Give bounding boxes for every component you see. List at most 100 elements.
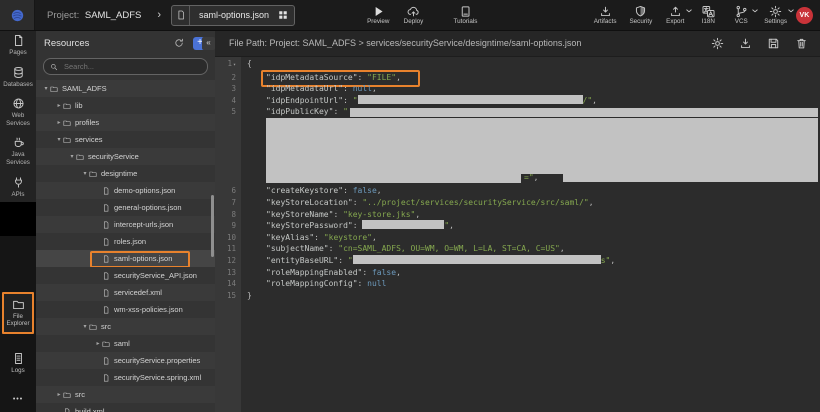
- topbar-vcs-button[interactable]: VCS: [731, 5, 751, 25]
- activity-bar-top: Pages Databases Web Services Java Services A…: [0, 30, 36, 202]
- tree-item-build.xml[interactable]: build.xml: [36, 403, 215, 412]
- tree-item-designtime[interactable]: ▾designtime: [36, 165, 215, 182]
- fold-caret-icon[interactable]: ▾: [233, 62, 236, 68]
- overflow-menu-button[interactable]: •••: [0, 396, 36, 403]
- topbar-security-button[interactable]: Security: [629, 5, 652, 25]
- tree-item-demo-options.json[interactable]: demo-options.json: [36, 182, 215, 199]
- tree-item-saml[interactable]: ▸saml: [36, 335, 215, 352]
- code-editor[interactable]: 1▾{2"idpMetadataSource": "FILE",3"idpMet…: [215, 57, 820, 412]
- folder-icon: [76, 153, 84, 161]
- project-name: SAML_ADFS: [85, 10, 142, 21]
- resources-title: Resources: [44, 38, 174, 49]
- tree-item-services[interactable]: ▾services: [36, 131, 215, 148]
- artifacts-icon: [599, 5, 612, 18]
- topbar-preview-button[interactable]: Preview: [367, 5, 389, 25]
- code-line-11: 11"subjectName": "cn=SAML_ADFS, OU=WM, O…: [215, 243, 820, 255]
- activity-item-logs[interactable]: Logs: [2, 348, 34, 378]
- chevron-expanded-icon[interactable]: ▾: [81, 323, 89, 330]
- vcs-icon: [735, 5, 748, 18]
- topbar-tutorials-button[interactable]: Tutorials: [453, 5, 477, 25]
- search-input[interactable]: [62, 61, 201, 72]
- activity-bar-spacer: [0, 202, 36, 236]
- topbar-settings-button[interactable]: Settings: [764, 5, 787, 25]
- tree-scrollbar[interactable]: [211, 195, 214, 257]
- redacted-public-key-block: [563, 174, 818, 182]
- download-file-button[interactable]: [739, 37, 752, 50]
- line-number: 13: [215, 267, 241, 279]
- topbar-deploy-button[interactable]: Deploy: [403, 5, 423, 25]
- tree-item-securityservice[interactable]: ▾securityService: [36, 148, 215, 165]
- tree-item-wm-xss-policies.json[interactable]: wm-xss-policies.json: [36, 301, 215, 318]
- code-line-9: 9"keyStorePassword": ",: [215, 220, 820, 232]
- file-icon: [102, 204, 110, 212]
- topbar-artifacts-button[interactable]: Artifacts: [594, 5, 617, 25]
- file-tree: ▾SAML_ADFS▸lib▸profiles▾services▾securit…: [36, 80, 215, 412]
- folder-icon: [63, 102, 71, 110]
- search-icon: [50, 63, 58, 71]
- public-key-tail: =",: [524, 172, 538, 184]
- tree-item-label: intercept-urls.json: [114, 220, 173, 229]
- activity-item-databases[interactable]: Databases: [0, 65, 36, 89]
- tree-item-saml-adfs[interactable]: ▾SAML_ADFS: [36, 80, 215, 97]
- tree-item-general-options.json[interactable]: general-options.json: [36, 199, 215, 216]
- settings-icon: [769, 5, 782, 18]
- delete-file-button[interactable]: [795, 37, 808, 50]
- file-icon: [102, 357, 110, 365]
- chevron-expanded-icon[interactable]: ▾: [55, 136, 63, 143]
- file-explorer-icon: [12, 298, 25, 311]
- panel-collapse-button[interactable]: «: [202, 37, 215, 50]
- tree-item-label: securityService.spring.xml: [114, 373, 201, 382]
- line-number: 14: [215, 278, 241, 290]
- tree-item-src[interactable]: ▸src: [36, 386, 215, 403]
- tree-item-saml-options.json[interactable]: saml-options.json: [36, 250, 215, 267]
- topbar-right-actions: Artifacts Security Export I18N VCS Settings: [594, 5, 787, 25]
- activity-item-web-services[interactable]: Web Services: [0, 96, 36, 128]
- caret-down-icon: [686, 9, 692, 13]
- editor-settings-button[interactable]: [711, 37, 724, 50]
- grid-icon: [278, 10, 288, 20]
- refresh-icon[interactable]: [174, 38, 184, 48]
- chevron-collapsed-icon[interactable]: ▸: [55, 119, 63, 126]
- chevron-expanded-icon[interactable]: ▾: [68, 153, 76, 160]
- chevron-expanded-icon[interactable]: ▾: [81, 170, 89, 177]
- topbar-i18n-button[interactable]: I18N: [698, 5, 718, 25]
- chevron-collapsed-icon[interactable]: ▸: [55, 391, 63, 398]
- line-number: 12: [215, 255, 241, 267]
- tree-item-label: demo-options.json: [114, 186, 175, 195]
- activity-item-java-services[interactable]: Java Services: [0, 135, 36, 167]
- resource-search[interactable]: [43, 58, 208, 75]
- apis-icon: [12, 176, 25, 189]
- redacted-public-key-block: [350, 108, 818, 117]
- topbar-preview-label: Preview: [367, 19, 389, 25]
- activity-item-pages[interactable]: Pages: [0, 33, 36, 57]
- play-icon: [372, 5, 385, 18]
- chevron-expanded-icon[interactable]: ▾: [42, 85, 50, 92]
- project-label: Project:: [47, 10, 79, 21]
- code-line-13: 13"roleMappingEnabled": false,: [215, 267, 820, 279]
- avatar[interactable]: VK: [796, 7, 813, 24]
- tree-item-servicedef.xml[interactable]: servicedef.xml: [36, 284, 215, 301]
- activity-item-file-explorer[interactable]: File Explorer: [2, 292, 34, 334]
- tree-item-src[interactable]: ▾src: [36, 318, 215, 335]
- tree-item-roles.json[interactable]: roles.json: [36, 233, 215, 250]
- line-number: 1▾: [215, 58, 241, 72]
- folder-icon: [63, 391, 71, 399]
- tree-item-securityservice.properties[interactable]: securityService.properties: [36, 352, 215, 369]
- redacted-public-key-block: [266, 118, 818, 174]
- topbar-export-button[interactable]: Export: [665, 5, 685, 25]
- app-logo[interactable]: [0, 0, 35, 30]
- tree-item-lib[interactable]: ▸lib: [36, 97, 215, 114]
- tree-item-intercept-urls.json[interactable]: intercept-urls.json: [36, 216, 215, 233]
- chevron-right-icon[interactable]: ›: [157, 9, 161, 21]
- tree-item-securityservice.spring.xml[interactable]: securityService.spring.xml: [36, 369, 215, 386]
- file-tab[interactable]: saml-options.json: [171, 5, 295, 26]
- grid-icon[interactable]: [278, 10, 294, 20]
- tree-item-securityservice-api.json[interactable]: securityService_API.json: [36, 267, 215, 284]
- editor-pane: « File Path: Project: SAML_ADFS > servic…: [215, 30, 820, 412]
- chevron-collapsed-icon[interactable]: ▸: [55, 102, 63, 109]
- chevron-collapsed-icon[interactable]: ▸: [94, 340, 102, 347]
- save-file-button[interactable]: [767, 37, 780, 50]
- redacted-value: [353, 255, 601, 264]
- activity-item-apis[interactable]: APIs: [0, 175, 36, 199]
- tree-item-profiles[interactable]: ▸profiles: [36, 114, 215, 131]
